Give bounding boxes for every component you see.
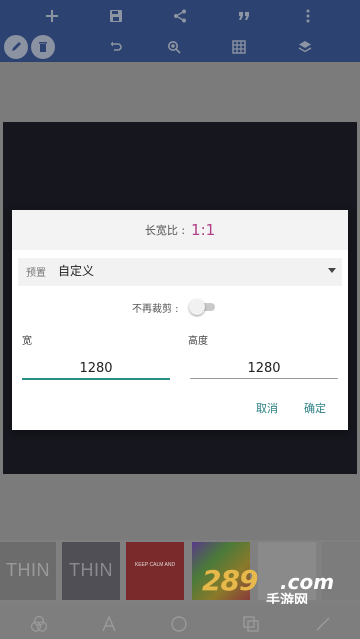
crop-size-dialog: 长宽比 : 1:1 预置 自定义 不再裁剪 : 宽 高度 取消 确定 <box>12 210 348 430</box>
thumbnail-label: THIN <box>69 560 113 580</box>
width-field-underline <box>22 378 170 380</box>
grid-icon[interactable] <box>227 35 251 59</box>
brush-icon[interactable] <box>312 613 334 635</box>
toolbar-row-1 <box>0 0 360 31</box>
width-field[interactable] <box>22 356 170 380</box>
shape-icon[interactable] <box>168 613 190 635</box>
height-label: 高度 <box>188 336 208 347</box>
more-icon[interactable] <box>296 4 320 28</box>
layers-icon[interactable] <box>293 35 317 59</box>
quote-icon[interactable] <box>232 4 256 28</box>
aspect-ratio-label: 长宽比 : <box>144 224 186 237</box>
watermark-number: 289 <box>202 564 258 597</box>
thumbnail-2[interactable]: THIN <box>62 542 120 600</box>
width-label: 宽 <box>22 336 32 347</box>
cancel-button[interactable]: 取消 <box>256 400 278 416</box>
ok-button[interactable]: 确定 <box>304 400 326 416</box>
preset-value: 自定义 <box>58 264 95 278</box>
no-crop-label: 不再裁剪 : <box>132 304 179 315</box>
undo-icon[interactable] <box>104 35 128 59</box>
save-icon[interactable] <box>104 4 128 28</box>
height-field-underline <box>190 378 338 379</box>
zoom-in-icon[interactable] <box>162 35 186 59</box>
toggle-knob[interactable] <box>189 299 205 315</box>
thumbnail-label: THIN <box>6 560 50 580</box>
copy-icon[interactable] <box>240 613 262 635</box>
text-icon[interactable] <box>98 613 120 635</box>
toolbar-row-2 <box>0 31 360 62</box>
height-field[interactable] <box>190 356 338 380</box>
add-icon[interactable] <box>40 4 64 28</box>
thumbnail-1[interactable]: THIN <box>0 542 56 600</box>
share-icon[interactable] <box>168 4 192 28</box>
preset-dropdown[interactable]: 预置 自定义 <box>18 258 342 286</box>
pencil-icon[interactable] <box>4 35 28 59</box>
filters-icon[interactable] <box>28 613 50 635</box>
top-toolbar <box>0 0 360 62</box>
thumbnail-3[interactable]: KEEP CALM AND <box>126 542 184 600</box>
bottom-tab-bar <box>0 604 360 639</box>
aspect-ratio-header: 长宽比 : 1:1 <box>12 210 348 250</box>
aspect-ratio-value: 1:1 <box>191 221 216 239</box>
thumbnail-label: KEEP CALM AND <box>134 562 176 568</box>
preset-label: 预置 <box>26 268 46 279</box>
no-crop-row: 不再裁剪 : <box>12 298 348 316</box>
chevron-down-icon <box>328 268 336 273</box>
trash-icon[interactable] <box>31 35 55 59</box>
watermark-logo: 289 .com 手游网 <box>196 564 346 609</box>
